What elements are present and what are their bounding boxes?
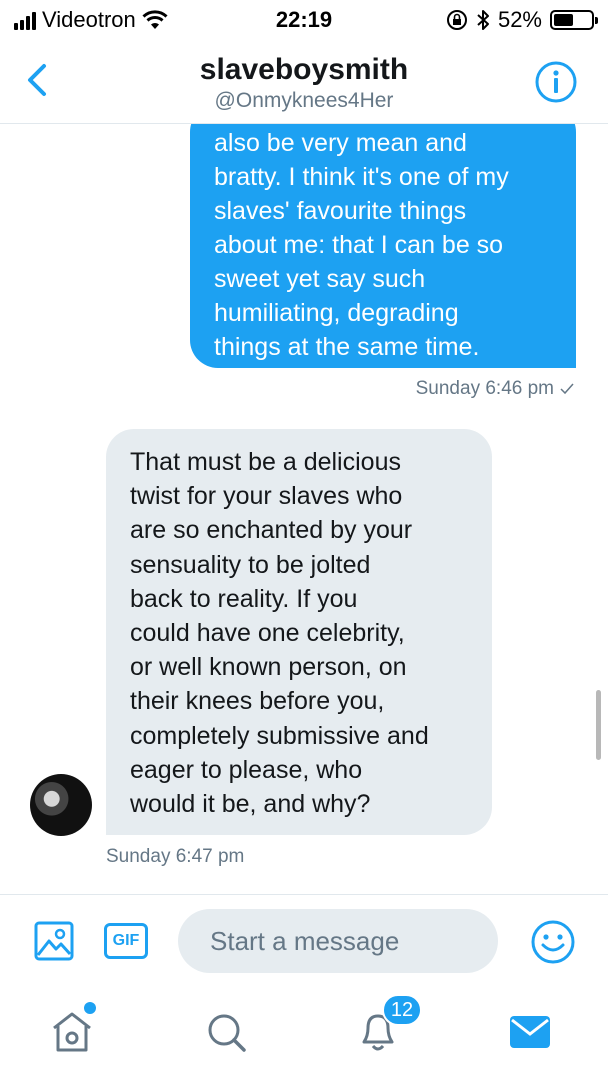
message-timestamp: Sunday 6:47 pm (106, 846, 245, 867)
status-bar: Videotron 22:19 52% (0, 0, 608, 40)
header-title-group[interactable]: slaveboysmith @Onmyknees4Her (0, 52, 608, 114)
status-right: 52% (446, 7, 598, 33)
message-timestamp: Sunday 6:46 pm (415, 378, 554, 399)
search-icon (208, 1014, 246, 1052)
emoji-icon[interactable] (530, 919, 576, 965)
outgoing-message-meta: Sunday 6:46 pm (416, 378, 574, 400)
user-handle: @Onmyknees4Her (214, 89, 394, 112)
home-icon (53, 1012, 91, 1052)
battery-fill (554, 14, 573, 26)
tab-messages[interactable] (504, 1008, 556, 1056)
notification-badge: 12 (382, 994, 422, 1026)
info-icon[interactable] (534, 60, 578, 104)
bluetooth-icon (477, 10, 489, 30)
home-unread-dot (84, 1002, 96, 1014)
tab-bar: 12 (0, 990, 608, 1080)
outgoing-message-bubble[interactable]: also be very mean and bratty. I think it… (190, 124, 576, 368)
conversation-header: slaveboysmith @Onmyknees4Her (0, 40, 608, 124)
scrollbar[interactable] (596, 690, 601, 760)
incoming-message-bubble[interactable]: That must be a delicious twist for your … (106, 429, 492, 835)
rotation-lock-icon (446, 10, 467, 30)
mail-icon (510, 1016, 550, 1048)
battery-icon (550, 10, 598, 30)
avatar[interactable] (30, 774, 92, 836)
tab-notifications[interactable]: 12 (352, 994, 422, 1056)
message-input[interactable] (178, 909, 498, 973)
gif-icon[interactable]: GIF (104, 923, 148, 959)
battery-percent: 52% (497, 7, 542, 32)
tab-search[interactable] (200, 1008, 252, 1056)
tab-home[interactable] (46, 1002, 98, 1056)
message-composer: GIF (0, 894, 608, 990)
page-title: slaveboysmith (199, 53, 409, 86)
image-icon[interactable] (34, 921, 74, 961)
check-icon (560, 383, 574, 395)
message-thread[interactable]: also be very mean and bratty. I think it… (0, 124, 608, 894)
